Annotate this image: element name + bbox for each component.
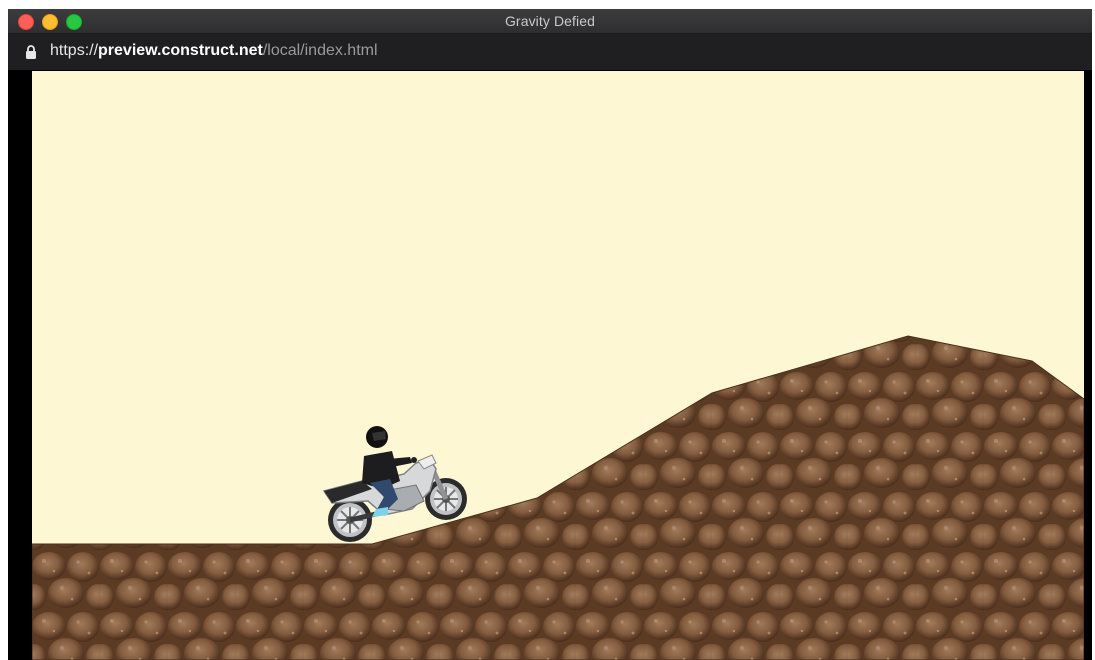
title-bar: Gravity Defied bbox=[8, 9, 1092, 34]
url-host: preview.construct.net bbox=[98, 42, 263, 59]
url-scheme: https:// bbox=[50, 42, 99, 59]
terrain bbox=[32, 335, 1084, 660]
url-path: /local/index.html bbox=[262, 42, 378, 59]
browser-window: Gravity Defied https://preview.construct… bbox=[8, 9, 1092, 660]
url-text[interactable]: https://preview.construct.net/local/inde… bbox=[50, 42, 378, 60]
window-title: Gravity Defied bbox=[504, 13, 596, 29]
game-scene bbox=[32, 335, 1084, 660]
lock-icon bbox=[26, 45, 36, 59]
game-canvas[interactable] bbox=[32, 71, 1084, 660]
address-bar[interactable]: https://preview.construct.net/local/inde… bbox=[8, 34, 1092, 70]
